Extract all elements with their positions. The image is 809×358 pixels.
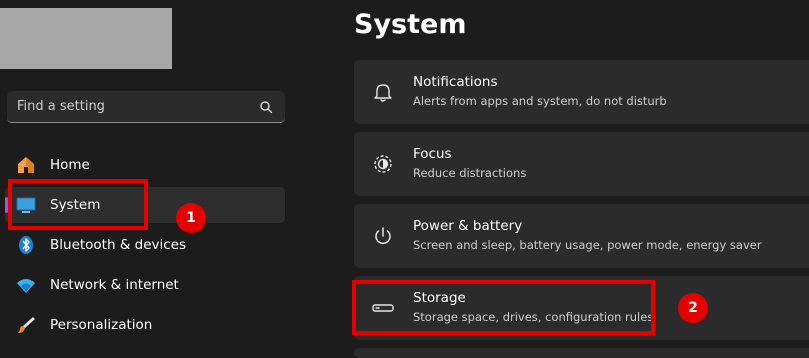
card-power-battery[interactable]: Power & battery Screen and sleep, batter… [354, 204, 809, 268]
highlight-box-storage [352, 280, 655, 335]
card-subtitle: Alerts from apps and system, do not dist… [413, 94, 667, 108]
search-box[interactable]: Find a setting [7, 91, 285, 123]
bluetooth-icon [19, 236, 33, 254]
card-title: Power & battery [413, 218, 523, 234]
profile-avatar-placeholder [0, 8, 172, 69]
card-next-partial[interactable] [354, 348, 809, 358]
home-icon [18, 157, 34, 173]
sidebar-item-label: Personalization [50, 317, 153, 333]
highlight-box-system [8, 179, 148, 230]
power-icon [375, 227, 391, 245]
bell-icon [374, 84, 392, 102]
card-focus[interactable]: Focus Reduce distractions [354, 132, 809, 196]
page-title: System [354, 9, 467, 40]
card-subtitle: Screen and sleep, battery usage, power m… [413, 238, 762, 252]
sidebar-item-label: Home [50, 157, 90, 173]
search-input[interactable]: Find a setting [17, 99, 105, 114]
card-subtitle: Reduce distractions [413, 166, 527, 180]
card-title: Focus [413, 146, 452, 162]
step-badge-2: 2 [678, 293, 708, 323]
sidebar-item-bluetooth[interactable]: Bluetooth & devices [5, 227, 285, 263]
step-badge-1: 1 [176, 203, 206, 233]
sidebar-item-label: Bluetooth & devices [50, 237, 187, 253]
sidebar-item-home[interactable]: Home [5, 147, 285, 183]
sidebar-item-personalization[interactable]: Personalization [5, 307, 285, 343]
wifi-icon [17, 279, 35, 293]
brush-icon [18, 317, 35, 333]
sidebar-item-network[interactable]: Network & internet [5, 267, 285, 303]
focus-icon [374, 155, 392, 173]
search-icon [260, 101, 273, 114]
card-title: Notifications [413, 74, 498, 90]
sidebar-item-label: Network & internet [50, 277, 179, 293]
card-notifications[interactable]: Notifications Alerts from apps and syste… [354, 60, 809, 124]
